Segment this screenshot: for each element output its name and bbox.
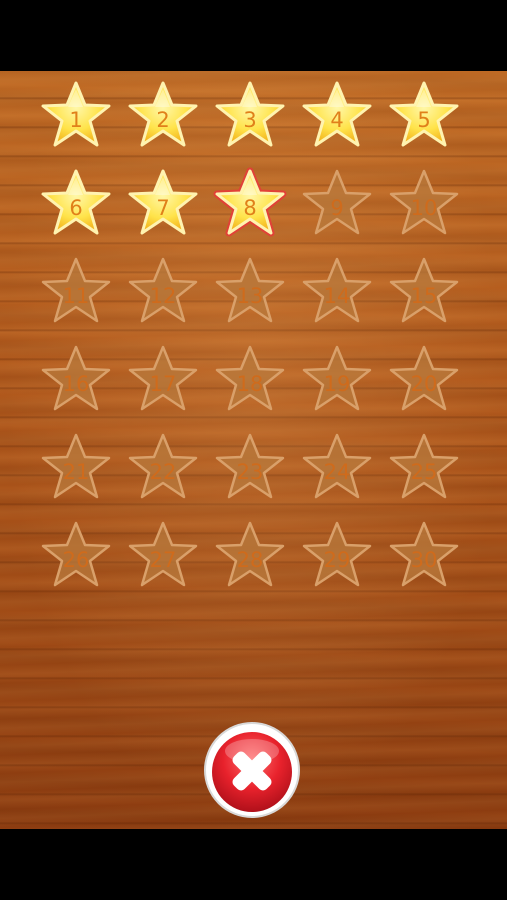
level-star-11[interactable]: 11: [38, 255, 114, 331]
level-number: 13: [236, 284, 264, 308]
level-number: 21: [62, 460, 90, 484]
level-star-16[interactable]: 16: [38, 343, 114, 419]
level-star-7[interactable]: 7: [125, 167, 201, 243]
level-number: 7: [156, 196, 170, 220]
level-star-29[interactable]: 29: [299, 519, 375, 595]
level-number: 28: [236, 548, 264, 572]
level-star-19[interactable]: 19: [299, 343, 375, 419]
level-star-2[interactable]: 2: [125, 79, 201, 155]
wood-board: 1 2 3 4 5 6 7 8 9 10 11 12 13 14 15 16 17 18 19 20 21 22 23 24 2…: [0, 71, 507, 829]
level-number: 30: [410, 548, 438, 572]
level-number: 17: [149, 372, 177, 396]
level-number: 29: [323, 548, 351, 572]
level-number: 14: [323, 284, 351, 308]
level-number: 18: [236, 372, 264, 396]
level-star-15[interactable]: 15: [386, 255, 462, 331]
level-star-26[interactable]: 26: [38, 519, 114, 595]
level-number: 6: [69, 196, 83, 220]
level-number: 5: [417, 108, 431, 132]
level-star-17[interactable]: 17: [125, 343, 201, 419]
level-number: 12: [149, 284, 177, 308]
level-star-8[interactable]: 8: [212, 167, 288, 243]
level-star-1[interactable]: 1: [38, 79, 114, 155]
level-star-6[interactable]: 6: [38, 167, 114, 243]
level-star-24[interactable]: 24: [299, 431, 375, 507]
level-star-18[interactable]: 18: [212, 343, 288, 419]
level-number: 20: [410, 372, 438, 396]
close-button[interactable]: [203, 721, 301, 819]
level-number: 8: [243, 196, 257, 220]
level-star-14[interactable]: 14: [299, 255, 375, 331]
level-number: 2: [156, 108, 170, 132]
level-number: 23: [236, 460, 264, 484]
level-number: 27: [149, 548, 177, 572]
level-number: 24: [323, 460, 351, 484]
level-number: 10: [410, 196, 438, 220]
level-number: 1: [69, 108, 83, 132]
level-number: 16: [62, 372, 90, 396]
level-number: 4: [330, 108, 344, 132]
level-number: 15: [410, 284, 438, 308]
level-number: 25: [410, 460, 438, 484]
level-star-13[interactable]: 13: [212, 255, 288, 331]
level-star-23[interactable]: 23: [212, 431, 288, 507]
level-number: 11: [62, 284, 90, 308]
level-star-30[interactable]: 30: [386, 519, 462, 595]
level-star-5[interactable]: 5: [386, 79, 462, 155]
level-star-28[interactable]: 28: [212, 519, 288, 595]
level-star-9[interactable]: 9: [299, 167, 375, 243]
level-star-12[interactable]: 12: [125, 255, 201, 331]
level-star-22[interactable]: 22: [125, 431, 201, 507]
level-number: 3: [243, 108, 257, 132]
level-star-25[interactable]: 25: [386, 431, 462, 507]
close-x-icon: [204, 722, 300, 818]
level-number: 22: [149, 460, 177, 484]
level-number: 9: [330, 196, 344, 220]
level-number: 26: [62, 548, 90, 572]
level-star-27[interactable]: 27: [125, 519, 201, 595]
level-star-3[interactable]: 3: [212, 79, 288, 155]
level-star-21[interactable]: 21: [38, 431, 114, 507]
level-star-4[interactable]: 4: [299, 79, 375, 155]
level-star-10[interactable]: 10: [386, 167, 462, 243]
level-number: 19: [323, 372, 351, 396]
level-star-20[interactable]: 20: [386, 343, 462, 419]
